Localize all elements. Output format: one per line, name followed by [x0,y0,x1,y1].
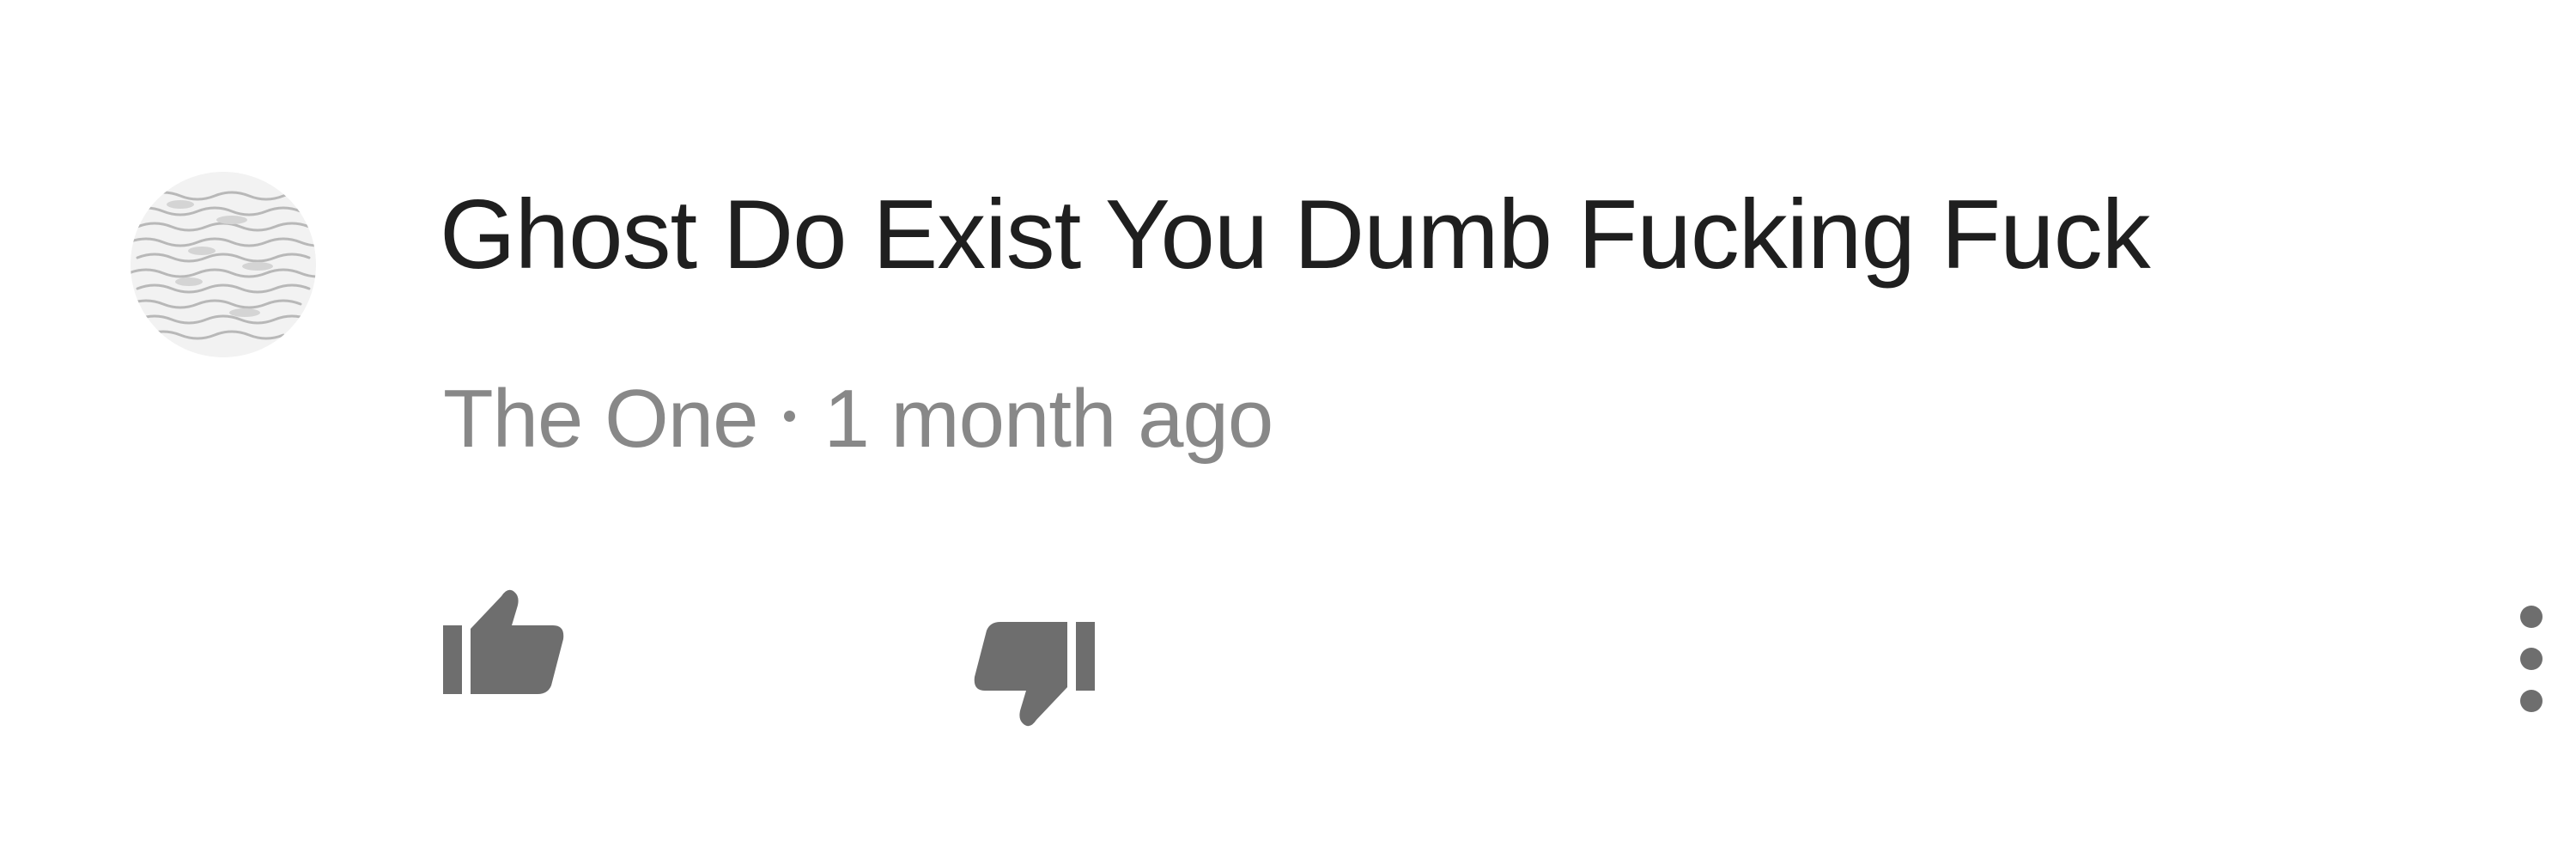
separator-dot [783,411,795,423]
like-button[interactable] [443,577,568,698]
comment-text: Ghost Do Exist You Dumb Fucking Fuck [440,180,2151,289]
more-vertical-icon [2520,606,2543,712]
thumbs-down-icon [974,622,1095,727]
avatar[interactable] [129,170,318,359]
timestamp: 1 month ago [823,373,1274,465]
more-options-button[interactable] [2506,598,2557,727]
avatar-image [131,172,316,357]
author-name[interactable]: The One [443,373,759,465]
thumbs-up-icon [443,589,564,694]
dislike-button[interactable] [970,618,1095,739]
comment-meta: The One 1 month ago [443,368,1273,471]
comment-item: Ghost Do Exist You Dumb Fucking Fuck The… [0,0,2576,859]
